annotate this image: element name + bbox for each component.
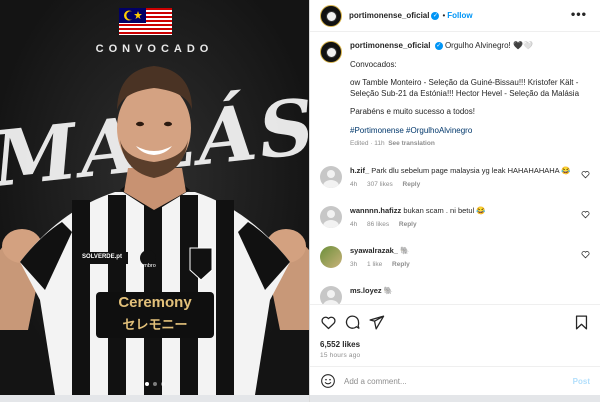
- verified-badge-icon: ✓: [431, 11, 440, 20]
- caption-congrats: Parabéns e muito sucesso a todos!: [350, 107, 475, 116]
- heart-icon[interactable]: [320, 314, 337, 331]
- comment-likes[interactable]: 86 likes: [367, 221, 389, 228]
- comment-text: 🐘: [400, 245, 410, 255]
- comment-heart-icon[interactable]: [581, 170, 590, 179]
- carousel-dot[interactable]: [144, 382, 149, 386]
- post-comment-button[interactable]: Post: [573, 377, 590, 386]
- comment-input[interactable]: [344, 376, 573, 386]
- bookmark-icon[interactable]: [573, 314, 590, 331]
- player-image: [0, 66, 309, 395]
- verified-badge-icon: ✓: [434, 41, 443, 50]
- caption-headline: Orgulho Alvinegro! 🖤🤍: [444, 41, 533, 50]
- post-panel: portimonense_oficial ✓ • Follow ••• port…: [309, 0, 600, 402]
- comment-username[interactable]: ms.loyez: [350, 286, 382, 295]
- reply-button[interactable]: Reply: [403, 181, 421, 188]
- sleeve-sponsor-text: SOLVERDE.pt: [82, 254, 122, 260]
- carousel-dot[interactable]: [160, 382, 165, 386]
- separator-dot: •: [442, 11, 446, 20]
- comment-likes[interactable]: 307 likes: [367, 181, 393, 188]
- main-sponsor-text: Ceremony: [118, 294, 192, 311]
- action-bar: [320, 312, 590, 332]
- caption-edited-time: Edited · 11h: [350, 140, 385, 147]
- follow-button[interactable]: Follow: [447, 11, 472, 20]
- caption-hashtags[interactable]: #Portimonense #OrgulhoAlvinegro: [350, 126, 590, 137]
- comment-username[interactable]: h.zif_: [350, 166, 369, 175]
- comment-likes[interactable]: 1 like: [367, 261, 382, 268]
- account-username[interactable]: portimonense_oficial: [349, 11, 429, 20]
- comment-username[interactable]: syawalrazak_: [350, 246, 398, 255]
- comment-time: 3h: [350, 260, 358, 268]
- commenter-avatar[interactable]: [320, 205, 342, 228]
- commenter-avatar[interactable]: [320, 285, 342, 304]
- carousel-dots[interactable]: [0, 382, 309, 386]
- caption-username[interactable]: portimonense_oficial: [350, 41, 430, 50]
- more-options-icon[interactable]: •••: [570, 10, 587, 21]
- post-media[interactable]: CONVOCADO MALÁSIA: [0, 0, 309, 395]
- caption-players: ow Tamble Monteiro - Seleção da Guiné-Bi…: [350, 78, 580, 98]
- comment-time: 4h: [350, 220, 358, 228]
- share-icon[interactable]: [368, 314, 385, 331]
- emoji-icon[interactable]: [320, 373, 336, 389]
- reply-button[interactable]: Reply: [392, 261, 410, 268]
- post-header: portimonense_oficial ✓ • Follow •••: [310, 0, 600, 32]
- comment-text: 🐘: [383, 285, 394, 295]
- page-strip-right: [310, 395, 600, 402]
- comment-icon[interactable]: [344, 314, 361, 331]
- carousel-dot[interactable]: [152, 382, 157, 386]
- add-comment-bar: Post: [310, 366, 600, 395]
- main-sponsor-sub-text: セレモニー: [122, 318, 188, 333]
- likes-count[interactable]: 6,552 likes: [320, 340, 590, 349]
- post-caption: portimonense_oficial ✓ Orgulho Alvinegro…: [320, 41, 590, 150]
- comment-item: wannnn.hafizz bukan scam . ni betul 😂 4h…: [320, 205, 590, 230]
- comments-scroll-area[interactable]: portimonense_oficial ✓ Orgulho Alvinegro…: [310, 33, 600, 304]
- comment-item: ms.loyez 🐘: [320, 285, 590, 304]
- comment-text: Park dlu sebelum page malaysia yg leak H…: [371, 165, 571, 175]
- caption-title: Convocados:: [350, 59, 397, 69]
- comment-time: 4h: [350, 180, 358, 188]
- see-translation-link[interactable]: See translation: [388, 140, 435, 147]
- account-avatar[interactable]: [320, 4, 342, 27]
- page-strip-left: [0, 395, 309, 402]
- post-timestamp: 15 hours ago: [320, 352, 361, 359]
- caption-avatar[interactable]: [320, 41, 342, 63]
- comment-text: bukan scam . ni betul 😂: [403, 205, 486, 215]
- comment-item: syawalrazak_ 🐘 3h 1 like Reply: [320, 245, 590, 270]
- kit-brand-text: umbro: [140, 263, 156, 269]
- commenter-avatar[interactable]: [320, 165, 342, 188]
- post-actions-section: 6,552 likes 15 hours ago: [310, 304, 600, 359]
- commenter-avatar[interactable]: [320, 245, 342, 268]
- reply-button[interactable]: Reply: [399, 221, 417, 228]
- comment-heart-icon[interactable]: [581, 210, 590, 219]
- comment-username[interactable]: wannnn.hafizz: [350, 206, 401, 215]
- comment-heart-icon[interactable]: [581, 250, 590, 259]
- comment-item: h.zif_ Park dlu sebelum page malaysia yg…: [320, 165, 590, 190]
